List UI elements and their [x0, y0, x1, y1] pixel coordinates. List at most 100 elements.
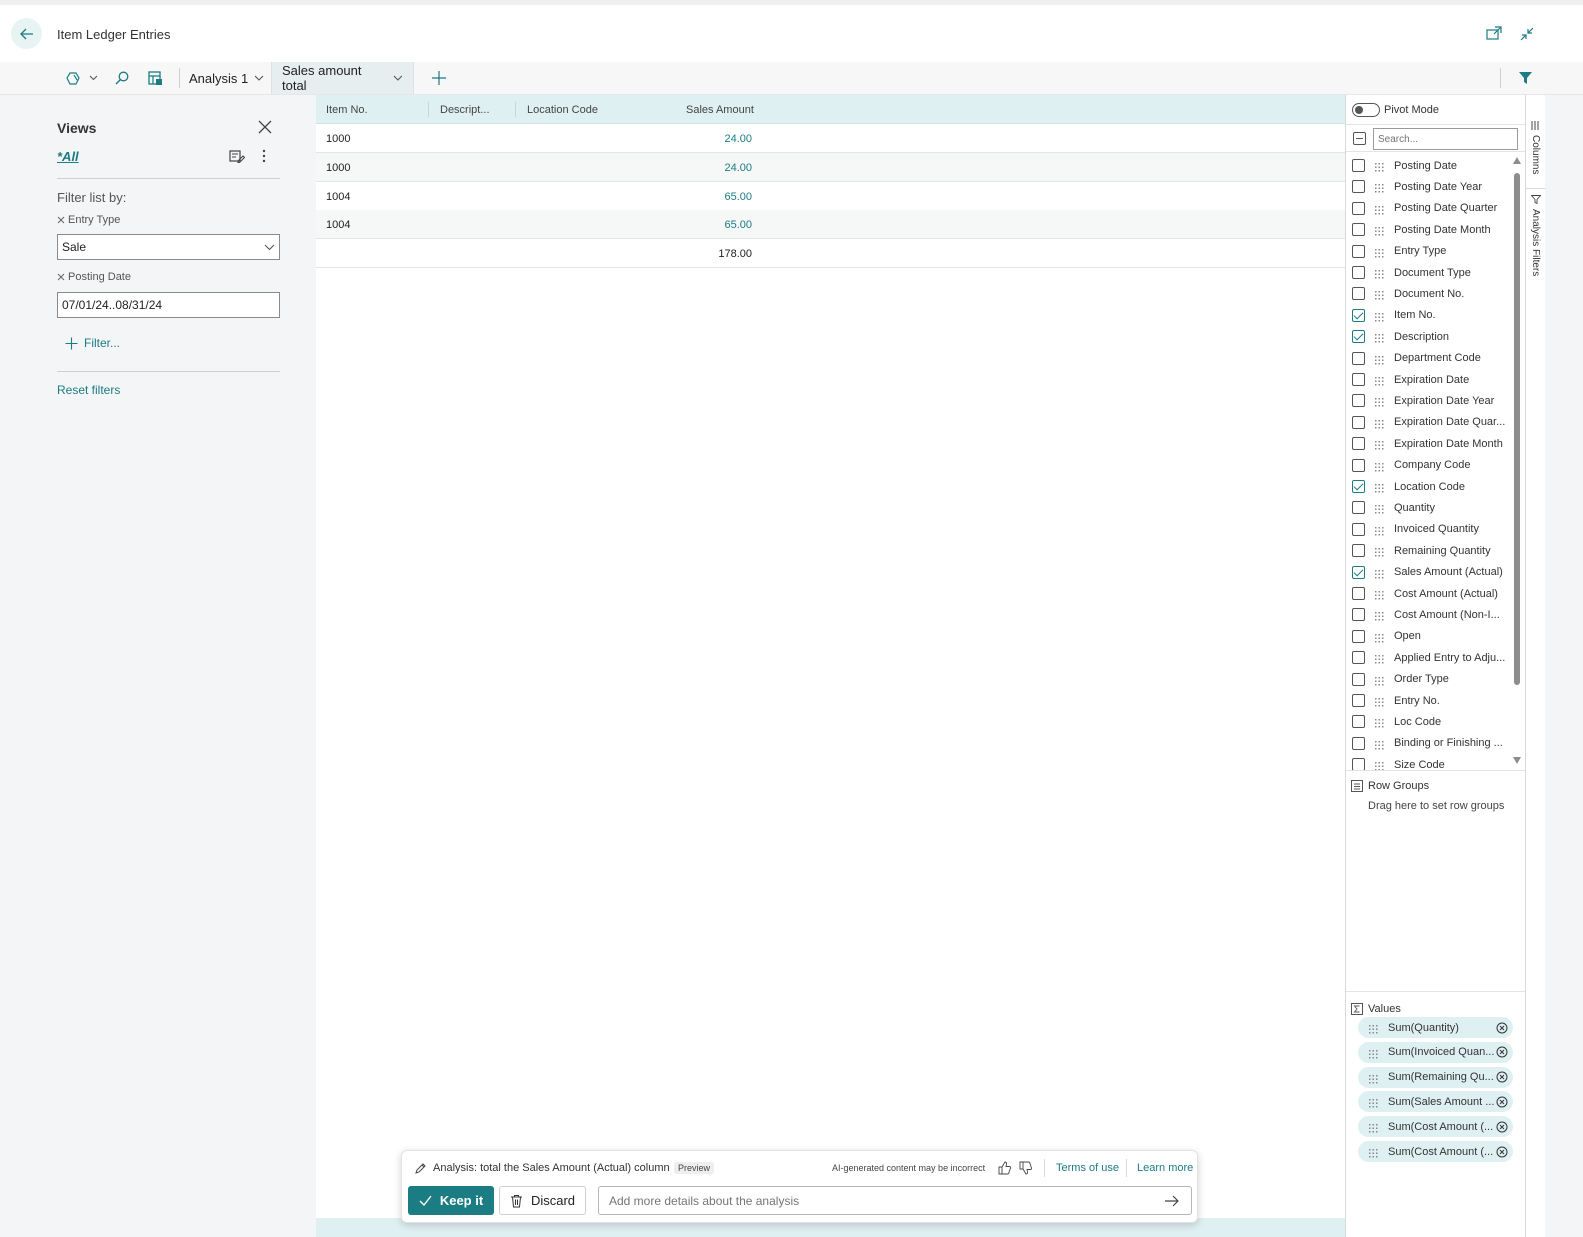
send-arrow-icon[interactable]: [1164, 1193, 1180, 1209]
values-drop-zone[interactable]: Values Sum(Quantity) Sum(Invoiced Quan...…: [1346, 992, 1526, 1192]
drag-handle-icon[interactable]: [1369, 1048, 1378, 1059]
column-option[interactable]: Quantity: [1346, 497, 1512, 518]
column-option[interactable]: Entry Type: [1346, 241, 1512, 262]
column-checkbox[interactable]: [1352, 394, 1365, 408]
column-header-location-code[interactable]: Location Code: [527, 104, 598, 116]
add-tab-button[interactable]: [431, 62, 447, 94]
column-option[interactable]: Posting Date Year: [1346, 176, 1512, 197]
scroll-thumb[interactable]: [1514, 173, 1520, 685]
drag-handle-icon[interactable]: [1375, 311, 1384, 322]
column-checkbox[interactable]: [1352, 522, 1365, 536]
column-checkbox[interactable]: [1352, 373, 1365, 386]
drag-handle-icon[interactable]: [1375, 182, 1384, 193]
column-checkbox[interactable]: [1352, 565, 1365, 579]
column-option[interactable]: Sales Amount (Actual): [1346, 562, 1512, 583]
column-option[interactable]: Expiration Date Year: [1346, 390, 1512, 411]
search-button[interactable]: [114, 62, 130, 94]
remove-filter-icon[interactable]: [57, 273, 65, 281]
column-checkbox[interactable]: [1352, 608, 1365, 622]
drag-handle-icon[interactable]: [1375, 418, 1384, 429]
cell-sales-amount[interactable]: 65.00: [632, 191, 752, 203]
column-header-description[interactable]: Descript...: [440, 104, 490, 116]
column-list-scrollbar[interactable]: [1512, 157, 1522, 767]
terms-of-use-link[interactable]: Terms of use: [1056, 1162, 1119, 1174]
column-checkbox[interactable]: [1352, 223, 1365, 237]
back-button[interactable]: [11, 18, 42, 49]
tab-analysis-filters[interactable]: Analysis Filters: [1526, 191, 1546, 283]
drag-handle-icon[interactable]: [1375, 717, 1384, 728]
column-checkbox[interactable]: [1352, 287, 1365, 301]
column-option[interactable]: Cost Amount (Actual): [1346, 583, 1512, 604]
drag-handle-icon[interactable]: [1375, 204, 1384, 215]
drag-handle-icon[interactable]: [1375, 568, 1384, 579]
drag-handle-icon[interactable]: [1375, 161, 1384, 172]
column-option[interactable]: Applied Entry to Adju...: [1346, 647, 1512, 668]
analysis-mode-button[interactable]: [147, 62, 163, 94]
learn-more-link[interactable]: Learn more: [1137, 1162, 1193, 1174]
drag-handle-icon[interactable]: [1375, 439, 1384, 450]
column-resize-handle[interactable]: [428, 102, 429, 117]
filter-pane-button[interactable]: [1518, 62, 1533, 94]
remove-circle-icon[interactable]: [1496, 1071, 1508, 1083]
column-checkbox[interactable]: [1352, 544, 1365, 558]
column-option[interactable]: Posting Date Quarter: [1346, 198, 1512, 219]
drag-handle-icon[interactable]: [1369, 1147, 1378, 1158]
cell-sales-amount[interactable]: 24.00: [632, 162, 752, 174]
column-checkbox[interactable]: [1352, 651, 1365, 665]
drag-handle-icon[interactable]: [1375, 289, 1384, 300]
collapse-icon[interactable]: [1518, 25, 1536, 43]
column-checkbox[interactable]: [1352, 587, 1365, 600]
analysis-details-input[interactable]: [598, 1186, 1192, 1215]
column-header-item-no[interactable]: Item No.: [326, 104, 368, 116]
column-option[interactable]: Company Code: [1346, 455, 1512, 476]
drag-handle-icon[interactable]: [1375, 632, 1384, 643]
tab-analysis-1[interactable]: Analysis 1: [189, 62, 264, 94]
column-checkbox[interactable]: [1352, 159, 1365, 172]
open-in-new-window-icon[interactable]: [1485, 25, 1503, 43]
column-checkbox[interactable]: [1352, 672, 1365, 686]
tab-sales-amount-total[interactable]: Sales amount total: [271, 62, 414, 97]
cell-sales-amount[interactable]: 24.00: [632, 133, 752, 145]
drag-handle-icon[interactable]: [1375, 268, 1384, 279]
table-row[interactable]: 1004 65.00: [316, 182, 1345, 211]
table-row[interactable]: 1000 24.00: [316, 124, 1345, 153]
select-all-checkbox[interactable]: [1353, 132, 1366, 145]
discard-button[interactable]: Discard: [499, 1186, 586, 1215]
remove-circle-icon[interactable]: [1496, 1146, 1508, 1158]
drag-handle-icon[interactable]: [1375, 525, 1384, 536]
table-row[interactable]: 1004 65.00: [316, 210, 1345, 239]
drag-handle-icon[interactable]: [1375, 610, 1384, 621]
column-checkbox[interactable]: [1352, 201, 1365, 215]
value-aggregation-pill[interactable]: Sum(Cost Amount (...: [1358, 1141, 1513, 1162]
reset-filters-link[interactable]: Reset filters: [57, 383, 120, 397]
column-option[interactable]: Entry No.: [1346, 690, 1512, 711]
column-checkbox[interactable]: [1352, 629, 1365, 643]
drag-handle-icon[interactable]: [1375, 461, 1384, 472]
column-checkbox[interactable]: [1352, 437, 1365, 451]
drag-handle-icon[interactable]: [1375, 354, 1384, 365]
column-checkbox[interactable]: [1352, 736, 1365, 750]
drag-handle-icon[interactable]: [1375, 739, 1384, 750]
value-aggregation-pill[interactable]: Sum(Sales Amount ...: [1358, 1091, 1513, 1113]
column-option[interactable]: Binding or Finishing ...: [1346, 733, 1512, 754]
drag-handle-icon[interactable]: [1369, 1097, 1378, 1108]
column-option[interactable]: Posting Date Month: [1346, 219, 1512, 240]
keep-it-button[interactable]: Keep it: [408, 1186, 494, 1215]
column-checkbox[interactable]: [1352, 694, 1365, 707]
drag-handle-icon[interactable]: [1375, 375, 1384, 386]
drag-handle-icon[interactable]: [1375, 225, 1384, 236]
drag-handle-icon[interactable]: [1369, 1122, 1378, 1133]
remove-circle-icon[interactable]: [1496, 1046, 1508, 1058]
cell-sales-amount[interactable]: 65.00: [632, 219, 752, 231]
column-checkbox[interactable]: [1352, 330, 1365, 344]
column-option[interactable]: Expiration Date Quar...: [1346, 412, 1512, 433]
posting-date-field[interactable]: 07/01/24..08/31/24: [57, 292, 280, 318]
copilot-menu-button[interactable]: [66, 62, 98, 94]
save-view-icon[interactable]: [229, 148, 245, 164]
drag-handle-icon[interactable]: [1375, 247, 1384, 258]
remove-circle-icon[interactable]: [1496, 1121, 1508, 1133]
column-checkbox[interactable]: [1352, 266, 1365, 279]
scroll-up-arrow[interactable]: [1513, 157, 1521, 164]
drag-handle-icon[interactable]: [1375, 696, 1384, 707]
table-row[interactable]: 1000 24.00: [316, 153, 1345, 182]
